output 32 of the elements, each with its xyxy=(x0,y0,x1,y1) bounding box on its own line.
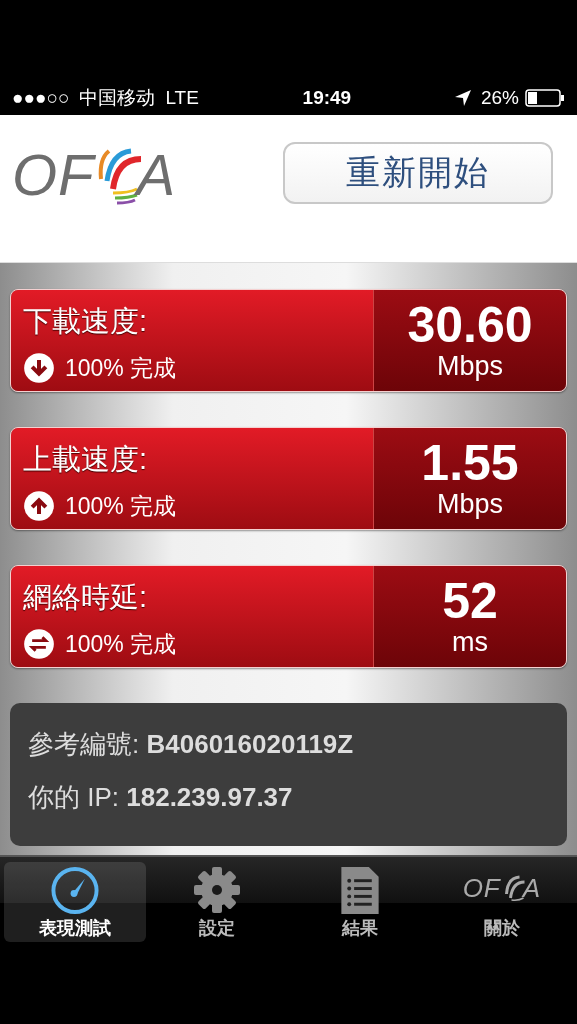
document-icon xyxy=(338,865,381,916)
signal-strength: ●●●○○ xyxy=(12,86,70,109)
result-label: 網絡時延: xyxy=(23,580,149,615)
logo: OF A xyxy=(462,873,542,904)
progress-text: 100% 完成 xyxy=(65,629,177,659)
tab[interactable]: 設定 xyxy=(146,862,289,942)
info-text: 參考編號: B406016020119Z xyxy=(28,728,355,761)
tab[interactable]: 表現測試 xyxy=(4,862,147,942)
clock: 19:49 xyxy=(302,86,352,109)
result-value: 52 xyxy=(442,575,498,627)
tab[interactable]: OF A 關於 xyxy=(430,862,573,942)
result-value: 30.60 xyxy=(407,299,533,351)
info-text: 你的 IP: 182.239.97.37 xyxy=(28,781,294,814)
progress-text: 100% 完成 xyxy=(65,491,177,521)
restart-button[interactable]: 重新開始 xyxy=(283,142,553,204)
location-arrow-icon xyxy=(454,89,471,106)
result-label: 下載速度: xyxy=(23,304,149,339)
swap-arrows-icon xyxy=(23,628,55,660)
result-unit: ms xyxy=(452,627,488,658)
result-unit: Mbps xyxy=(437,351,503,382)
battery-icon xyxy=(525,88,565,107)
result-value: 1.55 xyxy=(421,437,519,489)
logo: OF A xyxy=(12,141,177,208)
tab[interactable]: 結果 xyxy=(288,862,431,942)
network-type: LTE xyxy=(165,86,199,109)
result-label: 上載速度: xyxy=(23,442,149,477)
progress-text: 100% 完成 xyxy=(65,353,177,383)
carrier-name: 中国移动 xyxy=(79,85,156,110)
battery-percent: 26% xyxy=(480,86,519,109)
gear-icon xyxy=(192,865,243,915)
gauge-icon xyxy=(49,865,102,916)
result-unit: Mbps xyxy=(437,489,503,520)
